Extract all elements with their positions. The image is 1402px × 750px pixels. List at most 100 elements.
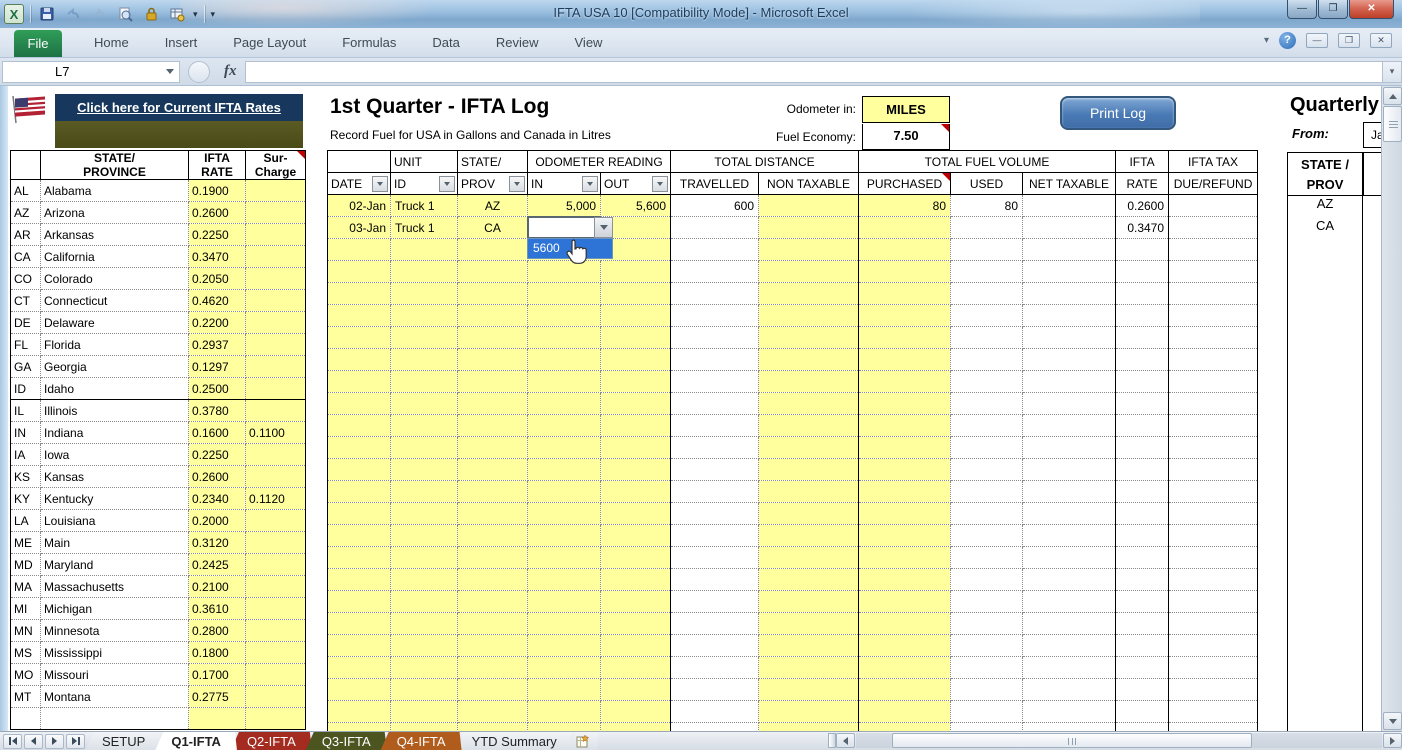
log-cell[interactable]	[458, 261, 528, 283]
cell-name[interactable]: Michigan	[41, 598, 189, 620]
log-cell[interactable]	[458, 371, 528, 393]
log-cell[interactable]	[391, 481, 458, 503]
log-cell[interactable]: 80	[859, 195, 951, 217]
log-cell[interactable]	[671, 261, 759, 283]
cell-name[interactable]: Alabama	[41, 180, 189, 202]
log-cell[interactable]	[671, 349, 759, 371]
log-cell[interactable]	[671, 305, 759, 327]
log-cell[interactable]	[759, 503, 859, 525]
log-cell[interactable]	[1116, 635, 1169, 657]
log-cell[interactable]	[1169, 525, 1258, 547]
log-cell[interactable]	[671, 525, 759, 547]
log-cell[interactable]	[1169, 459, 1258, 481]
log-cell[interactable]	[391, 525, 458, 547]
cell-name[interactable]: Kentucky	[41, 488, 189, 510]
cell-sur[interactable]	[246, 466, 306, 488]
log-cell[interactable]	[391, 503, 458, 525]
cell-name[interactable]: Kansas	[41, 466, 189, 488]
cell-code[interactable]: MT	[11, 686, 41, 708]
log-cell[interactable]: 0.3470	[1116, 217, 1169, 239]
log-cell[interactable]	[951, 569, 1023, 591]
log-cell[interactable]	[759, 613, 859, 635]
scroll-up-icon[interactable]	[1383, 87, 1402, 105]
log-cell[interactable]	[1116, 415, 1169, 437]
cell-code[interactable]: CT	[11, 290, 41, 312]
log-cell[interactable]: Truck 1	[391, 195, 458, 217]
log-cell[interactable]	[1169, 437, 1258, 459]
log-cell[interactable]	[328, 327, 391, 349]
cell-rate[interactable]: 0.1297	[189, 356, 246, 378]
log-cell[interactable]	[391, 371, 458, 393]
log-cell[interactable]	[951, 239, 1023, 261]
close-button[interactable]: ✕	[1349, 0, 1394, 19]
log-cell[interactable]	[1116, 437, 1169, 459]
log-cell[interactable]	[328, 569, 391, 591]
log-cell[interactable]	[859, 371, 951, 393]
cell-name[interactable]: Arkansas	[41, 224, 189, 246]
table-tools-icon[interactable]	[167, 4, 187, 24]
cell-rate[interactable]: 0.1600	[189, 422, 246, 444]
cell-rate[interactable]: 0.2600	[189, 202, 246, 224]
vertical-scrollbar[interactable]	[1381, 86, 1402, 731]
log-cell[interactable]	[1116, 459, 1169, 481]
cell-sur[interactable]	[246, 510, 306, 532]
log-cell[interactable]: 600	[671, 195, 759, 217]
log-cell[interactable]	[1116, 503, 1169, 525]
log-cell[interactable]	[528, 569, 601, 591]
cell-code[interactable]: MN	[11, 620, 41, 642]
log-cell[interactable]	[1116, 481, 1169, 503]
col-header-date[interactable]: DATE	[328, 173, 391, 195]
log-cell[interactable]	[601, 591, 671, 613]
log-cell[interactable]	[951, 393, 1023, 415]
log-cell[interactable]	[328, 393, 391, 415]
log-cell[interactable]	[859, 591, 951, 613]
tab-insert[interactable]: Insert	[147, 28, 216, 58]
cell-name[interactable]: Illinois	[41, 400, 189, 422]
log-cell[interactable]	[458, 349, 528, 371]
log-cell[interactable]: 5,000	[528, 195, 601, 217]
log-cell[interactable]	[1023, 657, 1116, 679]
log-cell[interactable]	[951, 635, 1023, 657]
log-cell[interactable]	[859, 635, 951, 657]
log-cell[interactable]	[759, 415, 859, 437]
cell-rate[interactable]: 0.2937	[189, 334, 246, 356]
panel-state-cell[interactable]: AZ	[1288, 196, 1362, 218]
horizontal-scroll-track[interactable]	[856, 733, 1382, 748]
cell-name[interactable]: Delaware	[41, 312, 189, 334]
log-cell[interactable]	[601, 547, 671, 569]
cell-rate[interactable]: 0.1700	[189, 664, 246, 686]
print-preview-icon[interactable]	[115, 4, 135, 24]
log-cell[interactable]	[1023, 723, 1116, 732]
sheet-tab-q1-ifta[interactable]: Q1-IFTA	[155, 732, 237, 750]
log-cell[interactable]	[1023, 239, 1116, 261]
cell-rate[interactable]: 0.3120	[189, 532, 246, 554]
cell-rate[interactable]: 0.2500	[189, 378, 246, 400]
print-log-button[interactable]: Print Log	[1060, 96, 1176, 130]
cell-sur[interactable]	[246, 664, 306, 686]
log-cell[interactable]	[759, 679, 859, 701]
cell-name[interactable]: Arizona	[41, 202, 189, 224]
fuel-economy-cell[interactable]: 7.50	[862, 124, 950, 150]
log-cell[interactable]	[951, 547, 1023, 569]
log-cell[interactable]	[601, 459, 671, 481]
log-cell[interactable]	[528, 591, 601, 613]
log-cell[interactable]	[951, 283, 1023, 305]
log-cell[interactable]	[1116, 547, 1169, 569]
log-cell[interactable]	[528, 503, 601, 525]
log-cell[interactable]	[951, 327, 1023, 349]
active-cell[interactable]	[527, 216, 601, 239]
log-cell[interactable]	[859, 701, 951, 723]
log-cell[interactable]	[1169, 723, 1258, 732]
log-cell[interactable]	[759, 525, 859, 547]
filter-dropdown-icon[interactable]	[652, 176, 668, 192]
log-cell[interactable]	[601, 305, 671, 327]
cell-code[interactable]: LA	[11, 510, 41, 532]
log-cell[interactable]	[528, 657, 601, 679]
log-cell[interactable]	[759, 723, 859, 732]
cell-sur[interactable]	[246, 246, 306, 268]
log-cell[interactable]	[671, 547, 759, 569]
log-cell[interactable]	[1116, 525, 1169, 547]
log-cell[interactable]	[391, 547, 458, 569]
log-cell[interactable]	[1116, 349, 1169, 371]
expand-formula-bar-icon[interactable]: ▾	[1382, 61, 1402, 83]
